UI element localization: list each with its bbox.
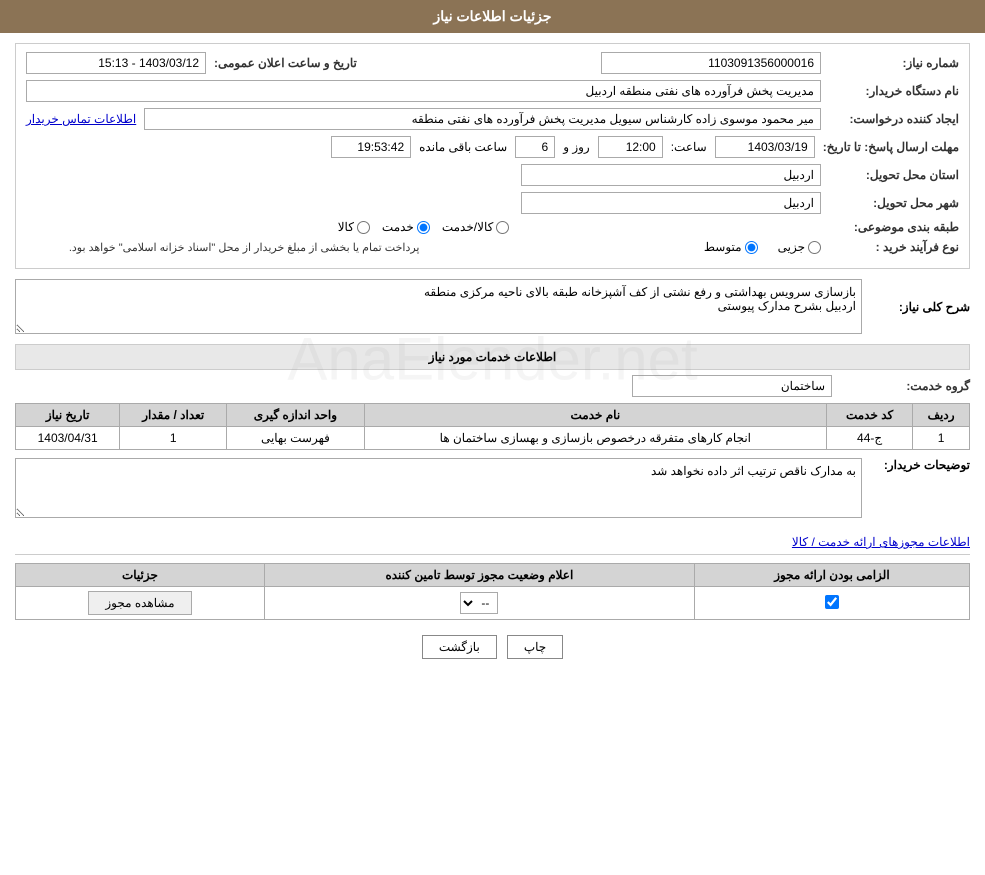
back-button[interactable]: بازگشت bbox=[422, 635, 497, 659]
print-button[interactable]: چاپ bbox=[507, 635, 563, 659]
contact-link[interactable]: اطلاعات تماس خریدار bbox=[26, 112, 136, 126]
need-desc-label: شرح کلی نیاز: bbox=[870, 300, 970, 314]
permits-table: الزامی بودن ارائه مجوز اعلام وضعیت مجوز … bbox=[15, 563, 970, 620]
radio-kala-khedmat-input[interactable] bbox=[496, 221, 509, 234]
buyer-org-value: مدیریت پخش فرآورده های نفتی منطقه اردبیل bbox=[26, 80, 821, 102]
permits-status-select[interactable]: -- bbox=[460, 592, 498, 614]
col-header-row: ردیف bbox=[913, 404, 970, 427]
row-requester: ایجاد کننده درخواست: میر محمود موسوی زاد… bbox=[26, 108, 959, 130]
city-value: اردبیل bbox=[521, 192, 821, 214]
radio-kala-label: کالا bbox=[338, 220, 354, 234]
permits-section-link[interactable]: اطلاعات مجوزهای ارائه خدمت / کالا bbox=[792, 535, 970, 549]
requester-value: میر محمود موسوی زاده کارشناس سیویل مدیری… bbox=[144, 108, 821, 130]
announce-datetime-value: 1403/03/12 - 15:13 bbox=[26, 52, 206, 74]
row-buyer-org: نام دستگاه خریدار: مدیریت پخش فرآورده ها… bbox=[26, 80, 959, 102]
need-number-value: 1103091356000016 bbox=[601, 52, 821, 74]
col-header-date: تاریخ نیاز bbox=[16, 404, 120, 427]
radio-jozii-input[interactable] bbox=[808, 241, 821, 254]
row-process: نوع فرآیند خرید : جزیی متوسط پرداخت تمام… bbox=[26, 240, 959, 254]
top-info-section: شماره نیاز: 1103091356000016 تاریخ و ساع… bbox=[15, 43, 970, 269]
col-header-name: نام خدمت bbox=[364, 404, 827, 427]
radio-kala-khedmat-label: کالا/خدمت bbox=[442, 220, 493, 234]
permits-row: -- مشاهده مجوز bbox=[16, 587, 970, 620]
row-need-number: شماره نیاز: 1103091356000016 تاریخ و ساع… bbox=[26, 52, 959, 74]
buyer-notes-label: توضیحات خریدار: bbox=[870, 458, 970, 472]
services-title: اطلاعات خدمات مورد نیاز bbox=[15, 344, 970, 370]
deadline-remaining: 19:53:42 bbox=[331, 136, 411, 158]
process-radio-group: جزیی متوسط bbox=[428, 240, 822, 254]
service-group-value: ساختمان bbox=[632, 375, 832, 397]
radio-khedmat-input[interactable] bbox=[417, 221, 430, 234]
permits-details-cell: مشاهده مجوز bbox=[16, 587, 265, 620]
buttons-row: چاپ بازگشت bbox=[15, 620, 970, 674]
category-radio-group: کالا/خدمت خدمت کالا bbox=[26, 220, 821, 234]
cell-row: 1 bbox=[913, 427, 970, 450]
service-group-label: گروه خدمت: bbox=[840, 379, 970, 393]
buyer-notes-textarea[interactable]: به مدارک ناقص ترتیب اثر داده نخواهد شد bbox=[15, 458, 862, 518]
permits-required-checkbox[interactable] bbox=[825, 595, 839, 609]
permits-section: اطلاعات مجوزهای ارائه خدمت / کالا الزامی… bbox=[15, 530, 970, 620]
row-deadline: مهلت ارسال پاسخ: تا تاریخ: 1403/03/19 سا… bbox=[26, 136, 959, 158]
category-label: طبقه بندی موضوعی: bbox=[829, 220, 959, 234]
need-desc-textarea[interactable]: بازسازی سرویس بهداشتی و رفع نشتی از کف آ… bbox=[15, 279, 862, 334]
city-label: شهر محل تحویل: bbox=[829, 196, 959, 210]
permits-col-required: الزامی بودن ارائه مجوز bbox=[694, 564, 969, 587]
deadline-label: مهلت ارسال پاسخ: تا تاریخ: bbox=[823, 140, 959, 154]
process-label: نوع فرآیند خرید : bbox=[829, 240, 959, 254]
radio-motavasset-input[interactable] bbox=[745, 241, 758, 254]
permits-status-cell: -- bbox=[264, 587, 694, 620]
cell-unit: فهرست بهایی bbox=[227, 427, 364, 450]
buyer-org-label: نام دستگاه خریدار: bbox=[829, 84, 959, 98]
announce-datetime-label: تاریخ و ساعت اعلان عمومی: bbox=[214, 56, 357, 70]
content-area: AnaElender.net شماره نیاز: 1103091356000… bbox=[0, 33, 985, 684]
col-header-qty: تعداد / مقدار bbox=[120, 404, 227, 427]
radio-kala[interactable]: کالا bbox=[338, 220, 370, 234]
row-category: طبقه بندی موضوعی: کالا/خدمت خدمت کالا bbox=[26, 220, 959, 234]
deadline-days: 6 bbox=[515, 136, 555, 158]
row-city: شهر محل تحویل: اردبیل bbox=[26, 192, 959, 214]
services-table: ردیف کد خدمت نام خدمت واحد اندازه گیری ت… bbox=[15, 403, 970, 450]
services-section: اطلاعات خدمات مورد نیاز گروه خدمت: ساختم… bbox=[15, 344, 970, 518]
table-row: 1 ج-44 انجام کارهای متفرقه درخصوص بازساز… bbox=[16, 427, 970, 450]
col-header-unit: واحد اندازه گیری bbox=[227, 404, 364, 427]
need-number-label: شماره نیاز: bbox=[829, 56, 959, 70]
permits-col-status: اعلام وضعیت مجوز توسط تامین کننده bbox=[264, 564, 694, 587]
permits-col-details: جزئیات bbox=[16, 564, 265, 587]
deadline-time-label: ساعت: bbox=[671, 140, 707, 154]
cell-name: انجام کارهای متفرقه درخصوص بازسازی و بهس… bbox=[364, 427, 827, 450]
permits-section-title: اطلاعات مجوزهای ارائه خدمت / کالا bbox=[15, 530, 970, 555]
deadline-date: 1403/03/19 bbox=[715, 136, 815, 158]
radio-khedmat[interactable]: خدمت bbox=[382, 220, 430, 234]
requester-label: ایجاد کننده درخواست: bbox=[829, 112, 959, 126]
radio-motavasset[interactable]: متوسط bbox=[704, 240, 758, 254]
permits-required-cell bbox=[694, 587, 969, 620]
radio-kala-input[interactable] bbox=[357, 221, 370, 234]
col-header-code: کد خدمت bbox=[827, 404, 913, 427]
page-title: جزئیات اطلاعات نیاز bbox=[433, 8, 551, 24]
province-label: استان محل تحویل: bbox=[829, 168, 959, 182]
radio-khedmat-label: خدمت bbox=[382, 220, 414, 234]
buyer-notes-area: توضیحات خریدار: به مدارک ناقص ترتیب اثر … bbox=[15, 458, 970, 518]
cell-qty: 1 bbox=[120, 427, 227, 450]
radio-kala-khedmat[interactable]: کالا/خدمت bbox=[442, 220, 509, 234]
cell-code: ج-44 bbox=[827, 427, 913, 450]
radio-jozii-label: جزیی bbox=[778, 240, 805, 254]
row-service-group: گروه خدمت: ساختمان bbox=[15, 375, 970, 397]
need-desc-row: شرح کلی نیاز: بازسازی سرویس بهداشتی و رف… bbox=[15, 279, 970, 334]
deadline-time: 12:00 bbox=[598, 136, 663, 158]
deadline-remaining-label: ساعت باقی مانده bbox=[419, 140, 507, 154]
cell-date: 1403/04/31 bbox=[16, 427, 120, 450]
radio-motavasset-label: متوسط bbox=[704, 240, 742, 254]
province-value: اردبیل bbox=[521, 164, 821, 186]
need-desc-section: شرح کلی نیاز: بازسازی سرویس بهداشتی و رف… bbox=[15, 279, 970, 334]
radio-jozii[interactable]: جزیی bbox=[778, 240, 821, 254]
process-note: پرداخت تمام یا بخشی از مبلغ خریدار از مح… bbox=[26, 241, 420, 254]
deadline-days-label: روز و bbox=[563, 140, 590, 154]
page-header: جزئیات اطلاعات نیاز bbox=[0, 0, 985, 33]
page-container: جزئیات اطلاعات نیاز AnaElender.net شماره… bbox=[0, 0, 985, 875]
view-permit-button[interactable]: مشاهده مجوز bbox=[88, 591, 191, 615]
row-province: استان محل تحویل: اردبیل bbox=[26, 164, 959, 186]
